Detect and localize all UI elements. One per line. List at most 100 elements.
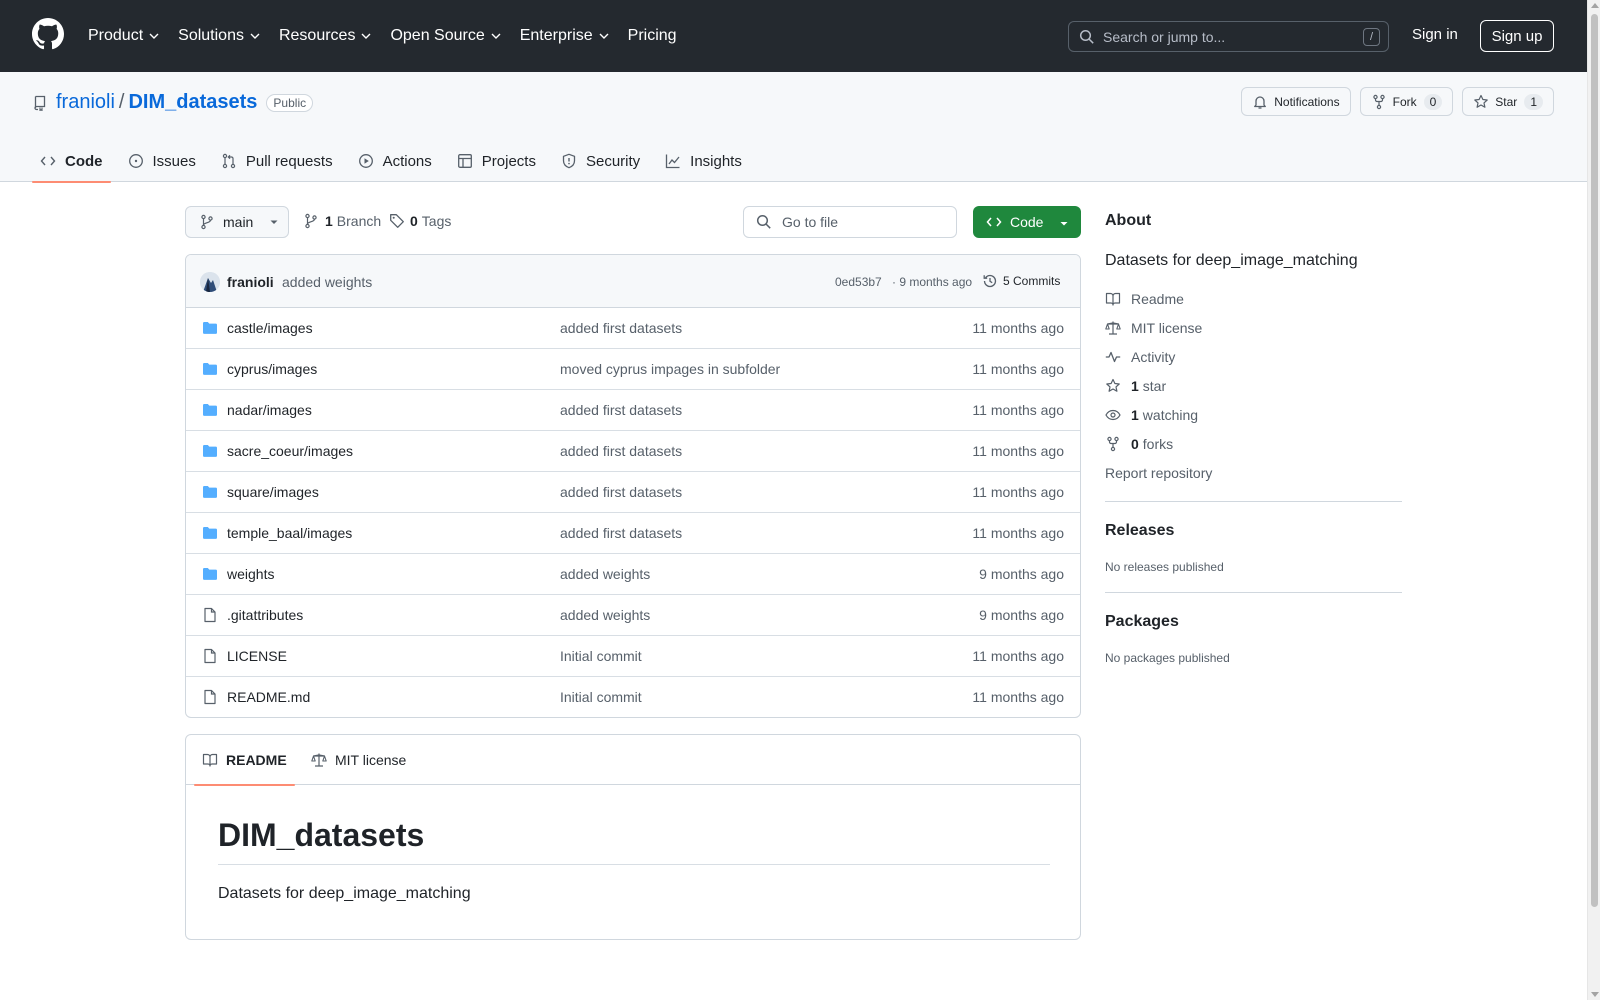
repo-breadcrumb: franioli / DIM_datasets Public xyxy=(32,91,314,114)
file-commit-message-link[interactable]: moved cyprus impages in subfolder xyxy=(560,361,780,377)
file-commit-message-link[interactable]: Initial commit xyxy=(560,689,642,705)
file-name-link[interactable]: temple_baal/images xyxy=(227,525,352,541)
file-commit-message-link[interactable]: added first datasets xyxy=(560,443,682,459)
file-icon xyxy=(204,648,216,664)
file-commit-message-link[interactable]: added first datasets xyxy=(560,402,682,418)
readme-panel: README MIT license DIM_datasets Datasets… xyxy=(185,734,1081,940)
packages-heading[interactable]: Packages xyxy=(1105,613,1179,631)
nav-solutions[interactable]: Solutions xyxy=(178,27,261,45)
nav-product[interactable]: Product xyxy=(88,27,160,45)
table-row: README.md Initial commit 11 months ago xyxy=(186,677,1080,717)
code-icon xyxy=(40,156,56,166)
file-name-link[interactable]: sacre_coeur/images xyxy=(227,443,353,459)
readme-title: DIM_datasets xyxy=(218,817,1050,865)
file-name-link[interactable]: cyprus/images xyxy=(227,361,317,377)
file-name-link[interactable]: nadar/images xyxy=(227,402,312,418)
nav-enterprise[interactable]: Enterprise xyxy=(520,27,610,45)
file-commit-time: 11 months ago xyxy=(972,648,1064,664)
forks-link[interactable]: 0 forks xyxy=(1105,436,1173,452)
chevron-down-icon xyxy=(491,33,501,39)
tab-readme[interactable]: README xyxy=(194,735,295,786)
search-icon xyxy=(1079,29,1094,44)
folder-icon xyxy=(203,486,217,498)
tab-insights[interactable]: Insights xyxy=(657,140,750,182)
fork-button[interactable]: Fork 0 xyxy=(1359,87,1454,116)
tags-link[interactable]: 0 Tags xyxy=(389,213,451,229)
readme-link[interactable]: Readme xyxy=(1105,291,1184,307)
branches-link[interactable]: 1 Branch xyxy=(303,213,381,229)
tab-actions[interactable]: Actions xyxy=(350,140,440,182)
commit-message-link[interactable]: added weights xyxy=(282,274,372,290)
commit-time: · 9 months ago xyxy=(892,275,973,289)
go-to-file-input[interactable]: Go to file xyxy=(743,206,957,238)
report-repository-link[interactable]: Report repository xyxy=(1105,465,1212,481)
file-commit-time: 11 months ago xyxy=(972,689,1064,705)
search-placeholder: Search or jump to... xyxy=(1103,28,1226,45)
page-scrollbar[interactable] xyxy=(1587,0,1600,1000)
nav-open-source[interactable]: Open Source xyxy=(390,27,501,45)
book-icon xyxy=(1105,292,1121,306)
tab-license[interactable]: MIT license xyxy=(311,735,406,785)
star-count: 1 xyxy=(1524,93,1543,110)
file-name-link[interactable]: castle/images xyxy=(227,320,313,336)
tab-projects[interactable]: Projects xyxy=(449,140,544,182)
table-row: nadar/images added first datasets 11 mon… xyxy=(186,390,1080,431)
file-name-link[interactable]: README.md xyxy=(227,689,310,705)
tab-security[interactable]: Security xyxy=(553,140,648,182)
file-commit-message-link[interactable]: added weights xyxy=(560,607,650,623)
bell-icon xyxy=(1254,95,1267,109)
file-commit-time: 9 months ago xyxy=(979,607,1064,623)
chevron-down-icon xyxy=(599,33,609,39)
folder-icon xyxy=(203,363,217,375)
file-name-link[interactable]: square/images xyxy=(227,484,319,500)
releases-heading[interactable]: Releases xyxy=(1105,522,1174,540)
file-name-link[interactable]: weights xyxy=(227,566,274,582)
notifications-button[interactable]: Notifications xyxy=(1241,87,1351,116)
scroll-up-arrow-icon[interactable] xyxy=(1591,3,1599,8)
readme-body: Datasets for deep_image_matching xyxy=(218,885,471,902)
repo-owner-link[interactable]: franioli xyxy=(56,91,115,114)
sign-up-button[interactable]: Sign up xyxy=(1480,20,1554,52)
file-name-link[interactable]: LICENSE xyxy=(227,648,287,664)
tab-pull-requests[interactable]: Pull requests xyxy=(213,140,341,182)
chevron-down-icon xyxy=(250,33,260,39)
file-name-link[interactable]: .gitattributes xyxy=(227,607,303,623)
tab-code[interactable]: Code xyxy=(32,140,111,183)
file-commit-message-link[interactable]: added first datasets xyxy=(560,525,682,541)
global-header: Product Solutions Resources Open Source … xyxy=(0,0,1587,72)
code-dropdown-button[interactable]: Code xyxy=(973,206,1081,238)
issue-icon xyxy=(128,154,143,168)
sign-in-link[interactable]: Sign in xyxy=(1412,26,1458,43)
github-logo-icon[interactable] xyxy=(32,18,64,50)
commit-sha-link[interactable]: 0ed53b7 xyxy=(835,275,882,289)
fork-icon xyxy=(1107,436,1119,452)
table-row: LICENSE Initial commit 11 months ago xyxy=(186,636,1080,677)
global-search-input[interactable]: Search or jump to... / xyxy=(1068,21,1389,52)
avatar[interactable] xyxy=(200,272,220,292)
file-list: franioli added weights 0ed53b7 · 9 month… xyxy=(185,254,1081,718)
file-commit-time: 11 months ago xyxy=(972,402,1064,418)
file-commit-message-link[interactable]: added weights xyxy=(560,566,650,582)
watchers-link[interactable]: 1 watching xyxy=(1105,407,1198,423)
folder-icon xyxy=(203,568,217,580)
scrollbar-thumb[interactable] xyxy=(1591,14,1598,907)
scroll-down-arrow-icon[interactable] xyxy=(1591,992,1599,997)
star-button[interactable]: Star 1 xyxy=(1462,87,1554,116)
license-link[interactable]: MIT license xyxy=(1105,320,1202,336)
tab-issues[interactable]: Issues xyxy=(120,140,204,182)
nav-pricing[interactable]: Pricing xyxy=(628,27,677,45)
file-commit-time: 11 months ago xyxy=(972,484,1064,500)
commit-author-link[interactable]: franioli xyxy=(227,274,274,290)
path-separator: / xyxy=(118,91,125,113)
stars-link[interactable]: 1 star xyxy=(1105,378,1166,394)
file-commit-message-link[interactable]: added first datasets xyxy=(560,484,682,500)
star-icon xyxy=(1474,94,1489,108)
branch-selector-button[interactable]: main xyxy=(185,206,289,238)
activity-link[interactable]: Activity xyxy=(1105,349,1175,365)
repo-name-link[interactable]: DIM_datasets xyxy=(128,91,257,114)
file-commit-message-link[interactable]: Initial commit xyxy=(560,648,642,664)
file-commit-message-link[interactable]: added first datasets xyxy=(560,320,682,336)
file-commit-time: 11 months ago xyxy=(972,361,1064,377)
nav-resources[interactable]: Resources xyxy=(279,27,372,45)
commits-history-link[interactable]: 5 Commits xyxy=(982,273,1060,289)
